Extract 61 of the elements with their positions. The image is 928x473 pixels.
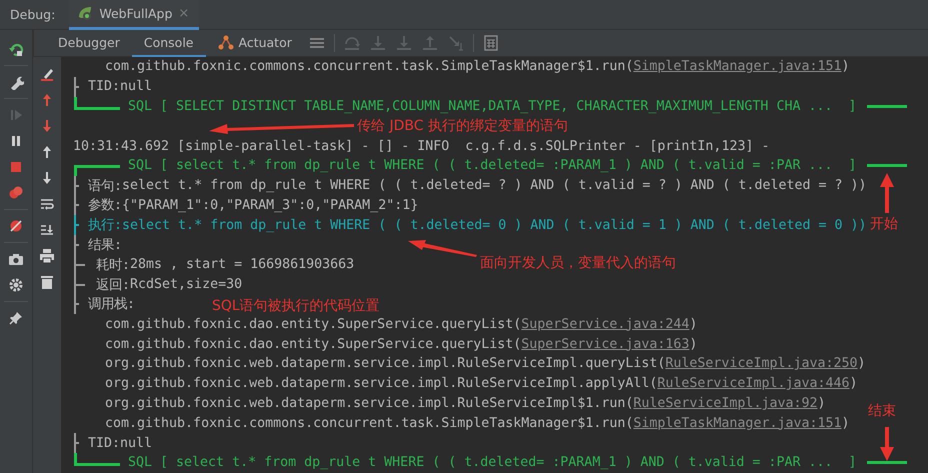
- source-link[interactable]: SuperService.java:163: [521, 336, 690, 352]
- field-value: select t.* from dp_rule t WHERE ( ( t.deleted= 0 ) AND ( t.valid = 1 ) AND ( t.deleted = 0 )): [122, 218, 867, 233]
- field-label: 结果:: [88, 237, 122, 254]
- annotation-label: 传给 JDBC 执行的绑定变量的语句: [357, 117, 568, 135]
- source-link[interactable]: RuleServiceImpl.java:446: [657, 376, 850, 392]
- breakpoints-icon[interactable]: [8, 185, 24, 201]
- annotation-arrow: [880, 173, 894, 213]
- soft-wrap-icon[interactable]: [39, 196, 55, 212]
- leaf-icon: [77, 5, 94, 21]
- rerun-icon[interactable]: [8, 41, 24, 57]
- mute-breakpoints-icon[interactable]: [8, 218, 24, 234]
- stack-frame: com.github.foxnic.dao.entity.SuperService.queryList(SuperService.java:163): [105, 336, 698, 352]
- scroll-to-end-icon[interactable]: [39, 222, 55, 238]
- stack-frame: org.github.foxnic.web.dataperm.service.impl.RuleServiceImpl$1.run(RuleServiceImpl.java:92): [105, 396, 826, 411]
- field-label: 调用栈:: [88, 296, 136, 314]
- stack-frame: com.github.foxnic.dao.entity.SuperService.queryList(SuperService.java:244): [105, 316, 698, 332]
- calculator-icon[interactable]: [482, 35, 499, 51]
- toolbar-tab[interactable]: Actuator: [206, 30, 304, 56]
- field-label: 语句:: [88, 178, 122, 195]
- annotation-label: 开始: [870, 215, 898, 233]
- stack-frame: org.github.foxnic.web.dataperm.service.impl.RuleServiceImpl.queryList(RuleServiceImpl.java:250): [105, 356, 866, 372]
- pin-icon[interactable]: [8, 310, 24, 326]
- field-label: 参数:: [88, 197, 122, 214]
- sql-summary: SQL [ SELECT DISTINCT TABLE_NAME,COLUMN_NAME,DATA_TYPE, CHARACTER_MAXIMUM_LENGTH CHA ... ]: [128, 98, 856, 114]
- stack-frame: com.github.foxnic.commons.concurrent.task.SimpleTaskManager$1.run(SimpleTaskManager.java:151): [105, 416, 850, 431]
- field-label: TID:: [88, 79, 120, 94]
- stack-frame: org.github.foxnic.web.dataperm.service.impl.RuleServiceImpl.applyAll(RuleServiceImpl.java:446): [105, 376, 858, 392]
- field-label: 返回:: [96, 276, 130, 294]
- field-value: RcdSet,size=30: [130, 277, 242, 292]
- field-value: null: [120, 79, 152, 94]
- source-link[interactable]: SimpleTaskManager.java:151: [633, 59, 842, 74]
- sql-summary: SQL [ select t.* from dp_rule t WHERE ( ( t.deleted= :PARAM_1 ) AND ( t.valid = :PAR ... ]: [128, 455, 856, 470]
- field-value: null: [120, 436, 152, 451]
- print-icon[interactable]: [39, 248, 55, 264]
- annotation-arrow: [407, 239, 477, 257]
- field-value: {"PARAM_1":0,"PARAM_3":0,"PARAM_2":1}: [122, 198, 418, 213]
- annotation-arrow: [880, 427, 894, 461]
- source-link[interactable]: SimpleTaskManager.java:151: [633, 416, 842, 431]
- source-link[interactable]: RuleServiceImpl.java:92: [633, 396, 818, 411]
- camera-icon[interactable]: [8, 251, 24, 267]
- annotation-label: SQL语句被执行的代码位置: [212, 297, 380, 315]
- field-label: TID:: [88, 436, 120, 451]
- actuator-icon: [218, 34, 234, 50]
- panel-label: Debug:: [9, 7, 56, 22]
- stack-frame: com.github.foxnic.commons.concurrent.task.SimpleTaskManager$1.run(SimpleTaskManager.java:151): [105, 59, 850, 74]
- menu-icon[interactable]: [308, 35, 325, 51]
- settings-icon[interactable]: [8, 277, 24, 293]
- field-value: select t.* from dp_rule t WHERE ( ( t.deleted= ? ) AND ( t.valid = ? ) AND ( t.deleted = ? )): [122, 178, 867, 194]
- toolbar-tab[interactable]: Debugger: [46, 30, 132, 56]
- annotation-label: 结束: [868, 402, 896, 420]
- close-icon[interactable]: ×: [178, 6, 190, 20]
- field-label: 执行:: [88, 216, 122, 234]
- source-link[interactable]: RuleServiceImpl.java:250: [665, 356, 858, 372]
- eraser-icon[interactable]: [39, 66, 55, 82]
- source-link[interactable]: SuperService.java:244: [521, 316, 690, 332]
- sql-summary: SQL [ select t.* from dp_rule t WHERE ( ( t.deleted= :PARAM_1 ) AND ( t.valid = :PAR ... ]: [128, 158, 856, 174]
- field-value: 28ms , start = 1669861903663: [130, 257, 354, 272]
- trash-icon[interactable]: [39, 274, 55, 290]
- annotation-label: 面向开发人员，变量代入的语句: [480, 254, 676, 272]
- field-label: 耗时:: [96, 256, 130, 274]
- log-line: 10:31:43.692 [simple-parallel-task] - [] - INFO c.g.f.d.s.SQLPrinter - [printIn,123] -: [73, 138, 770, 154]
